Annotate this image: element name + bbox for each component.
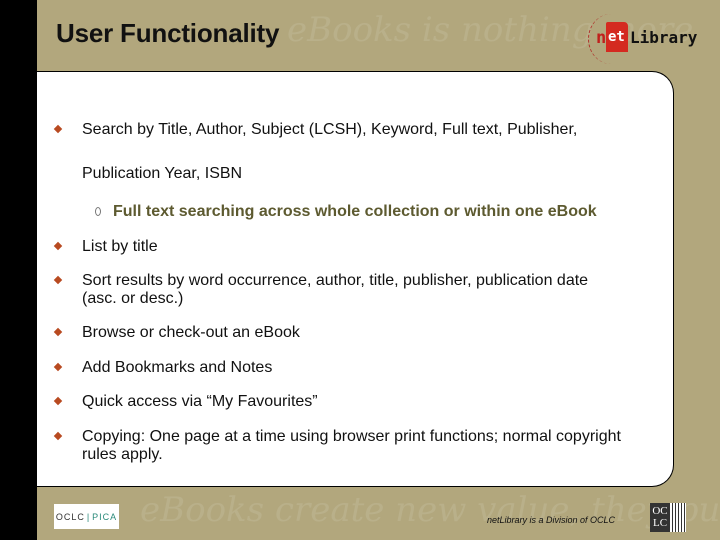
bullet-text: Search by Title, Author, Subject (LCSH),… (82, 121, 578, 138)
bullet-text-continuation: rules apply. (82, 446, 163, 463)
bullet-text: Sort results by word occurrence, author,… (82, 272, 589, 289)
diamond-bullet-icon (53, 362, 63, 372)
diamond-bullet-icon (53, 431, 63, 441)
logo-et: et (608, 29, 625, 45)
content-panel: Search by Title, Author, Subject (LCSH),… (37, 71, 674, 487)
bullet-text-continuation: Publication Year, ISBN (82, 165, 243, 182)
bullet-text: Quick access via “My Favourites” (82, 393, 318, 410)
oclc-logo-box: OC LC (650, 503, 670, 532)
page-title: User Functionality (56, 18, 280, 48)
small-diamond-bullet-icon (95, 207, 101, 216)
diamond-bullet-icon (53, 396, 63, 406)
footer-watermark: eBooks create new value, they put to (140, 490, 720, 530)
oclc-pica-logo: OCLC | PICA (54, 504, 119, 529)
bullet-text: Copying: One page at a time using browse… (82, 428, 621, 445)
netlibrary-logo: n et Library (588, 14, 698, 64)
bullet-text: List by title (82, 238, 158, 255)
logo-library: Library (630, 28, 698, 47)
bullet-text: Add Bookmarks and Notes (82, 359, 273, 376)
left-black-bar (0, 0, 37, 540)
sub-bullet-text: Full text searching across whole collect… (113, 203, 597, 220)
diamond-bullet-icon (53, 327, 63, 337)
oclc-logo-bottom: LC (652, 517, 668, 529)
logo-n: n (596, 28, 607, 48)
oclc-pica-right-text: PICA (92, 511, 118, 522)
oclc-pica-left-text: OCLC (55, 511, 85, 522)
oclc-logo-top: OC (652, 505, 668, 517)
bullet-text-continuation: (asc. or desc.) (82, 290, 184, 307)
oclc-logo-stripes (670, 503, 686, 532)
logo-separator: | (86, 511, 91, 522)
diamond-bullet-icon (53, 275, 63, 285)
diamond-bullet-icon (53, 124, 63, 134)
oclc-logo: OC LC (650, 503, 686, 532)
footer-note: netLibrary is a Division of OCLC (487, 515, 616, 525)
bullet-text: Browse or check-out an eBook (82, 324, 300, 341)
diamond-bullet-icon (53, 241, 63, 251)
